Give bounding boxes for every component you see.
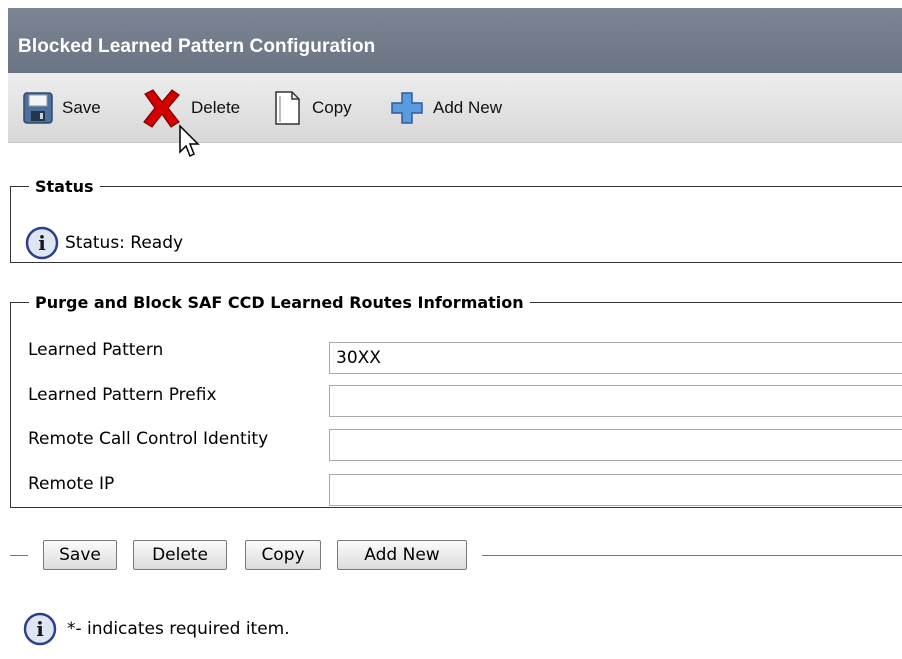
remote-ip-label: Remote IP xyxy=(28,474,115,494)
copy-page-icon xyxy=(272,89,304,127)
learned-pattern-label: Learned Pattern xyxy=(28,340,164,360)
status-legend: Status xyxy=(35,177,94,196)
remote-call-control-identity-label: Remote Call Control Identity xyxy=(28,429,269,449)
svg-text:i: i xyxy=(38,231,46,255)
plus-add-icon xyxy=(389,89,425,127)
purge-block-legend: Purge and Block SAF CCD Learned Routes I… xyxy=(35,293,524,312)
delete-button[interactable]: Delete xyxy=(133,540,227,570)
mouse-pointer-icon xyxy=(179,124,200,158)
floppy-disk-icon xyxy=(22,89,54,127)
page-header: Blocked Learned Pattern Configuration xyxy=(8,8,902,73)
save-toolbar-button[interactable]: Save xyxy=(22,73,101,143)
bottom-button-bar: Save Delete Copy Add New xyxy=(10,537,902,573)
add-new-button[interactable]: Add New xyxy=(337,540,467,570)
required-note-text: *- indicates required item. xyxy=(67,619,290,639)
top-edge xyxy=(0,0,902,7)
info-icon: i xyxy=(23,612,57,646)
info-icon: i xyxy=(25,226,59,260)
divider-right xyxy=(482,555,902,556)
remote-call-control-identity-input[interactable] xyxy=(329,429,902,461)
copy-toolbar-button[interactable]: Copy xyxy=(272,73,352,143)
save-button[interactable]: Save xyxy=(43,540,117,570)
red-x-delete-icon xyxy=(141,86,183,130)
learned-pattern-prefix-label: Learned Pattern Prefix xyxy=(28,385,217,405)
learned-pattern-input[interactable] xyxy=(329,342,902,374)
required-note: i *- indicates required item. xyxy=(23,612,290,646)
svg-text:i: i xyxy=(36,617,44,641)
copy-toolbar-label: Copy xyxy=(312,98,352,117)
divider-left xyxy=(10,555,28,556)
learned-pattern-prefix-input[interactable] xyxy=(329,385,902,417)
status-row: i Status: Ready xyxy=(25,226,183,260)
add-new-toolbar-label: Add New xyxy=(433,98,502,117)
status-section: Status i Status: Ready xyxy=(10,177,902,263)
toolbar: Save Delete Copy Add New xyxy=(8,73,902,143)
save-toolbar-label: Save xyxy=(62,98,101,117)
purge-block-section: Purge and Block SAF CCD Learned Routes I… xyxy=(10,293,902,508)
delete-toolbar-label: Delete xyxy=(191,98,241,117)
add-new-toolbar-button[interactable]: Add New xyxy=(389,73,502,143)
remote-ip-input[interactable] xyxy=(329,474,902,506)
status-text: Status: Ready xyxy=(65,233,184,253)
page-title: Blocked Learned Pattern Configuration xyxy=(18,36,376,57)
copy-button[interactable]: Copy xyxy=(245,540,321,570)
